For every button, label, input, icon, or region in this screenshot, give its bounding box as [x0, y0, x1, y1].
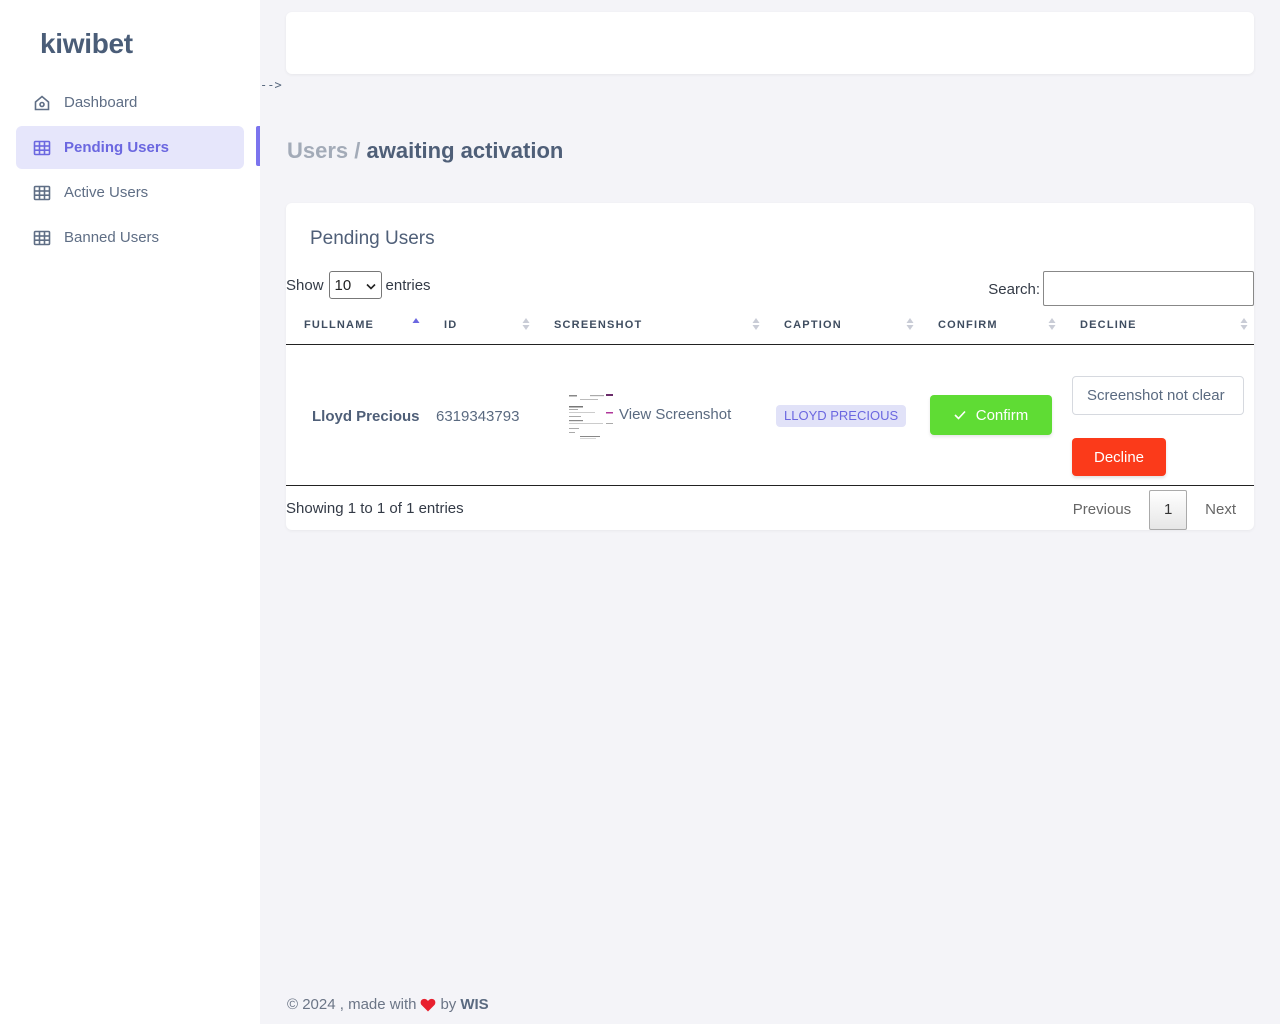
table-icon	[33, 229, 51, 247]
sort-icon	[752, 318, 760, 330]
entries-select[interactable]: 10	[328, 271, 382, 299]
column-header-screenshot[interactable]: SCREENSHOT	[554, 319, 642, 331]
brand-logo[interactable]: kiwibet	[40, 28, 133, 60]
pagination-page-1[interactable]: 1	[1149, 490, 1188, 530]
stray-text: -->	[260, 78, 282, 92]
check-icon	[954, 410, 966, 420]
entries-prefix: Show	[286, 276, 324, 294]
sidebar-item-pending-users[interactable]: Pending Users	[16, 126, 244, 169]
table-icon	[33, 184, 51, 202]
pagination-previous[interactable]: Previous	[1055, 490, 1149, 530]
sidebar-item-label: Active Users	[64, 184, 149, 201]
entries-suffix: entries	[385, 276, 431, 294]
decline-label: Decline	[1093, 448, 1145, 466]
chevron-down-icon	[365, 277, 376, 294]
table-icon	[33, 139, 51, 157]
column-header-confirm[interactable]: CONFIRM	[938, 319, 998, 331]
view-screenshot-link[interactable]: View Screenshot	[619, 406, 731, 423]
pagination-next[interactable]: Next	[1187, 490, 1254, 530]
breadcrumb-parent[interactable]: Users	[287, 138, 348, 163]
decline-reason-input[interactable]: Screenshot not clear	[1072, 376, 1244, 415]
breadcrumb-current: awaiting activation	[366, 138, 564, 163]
sidebar-item-label: Pending Users	[64, 139, 170, 156]
sidebar-item-label: Dashboard	[64, 94, 138, 111]
sidebar-item-label: Banned Users	[64, 229, 160, 246]
footer-by: by	[440, 996, 457, 1013]
sort-icon	[522, 318, 530, 330]
column-header-decline[interactable]: DECLINE	[1080, 319, 1137, 331]
pagination: Previous 1 Next	[1055, 490, 1254, 530]
breadcrumb-separator: /	[348, 138, 367, 163]
caption-badge: LLOYD PRECIOUS	[776, 405, 907, 427]
sidebar: kiwibet Dashboard Pending Users Active U…	[0, 0, 260, 1024]
table-search: Search:	[988, 271, 1254, 306]
confirm-button[interactable]: Confirm	[930, 395, 1052, 435]
footer-prefix: © 2024 , made with	[287, 996, 417, 1013]
column-header-fullname[interactable]: FULLNAME	[304, 319, 374, 331]
top-navbar	[286, 12, 1254, 74]
screenshot-thumbnail[interactable]	[566, 390, 615, 442]
decline-button[interactable]: Decline	[1072, 438, 1166, 476]
sort-icon	[1048, 318, 1056, 330]
sidebar-item-banned-users[interactable]: Banned Users	[16, 216, 244, 259]
page-title: Users / awaiting activation	[287, 138, 563, 164]
column-header-caption[interactable]: CAPTION	[784, 319, 842, 331]
cell-fullname: Lloyd Precious	[312, 408, 420, 425]
cell-id: 6319343793	[436, 408, 520, 425]
active-indicator	[256, 126, 260, 166]
confirm-label: Confirm	[975, 406, 1029, 424]
sidebar-nav: Dashboard Pending Users Active Users Ban…	[16, 81, 244, 261]
pending-users-card: Pending Users Show 10 entries Search: FU…	[286, 203, 1254, 530]
table-row: Lloyd Precious 6319343793 View Screensho…	[286, 346, 1254, 486]
search-label: Search:	[988, 281, 1040, 298]
entries-select-value: 10	[334, 276, 352, 294]
sidebar-item-dashboard[interactable]: Dashboard	[16, 81, 244, 124]
search-input[interactable]	[1043, 271, 1254, 306]
entries-length: Show 10 entries	[286, 271, 431, 299]
sort-icon	[1240, 318, 1248, 330]
home-icon	[33, 94, 51, 112]
card-title: Pending Users	[310, 228, 435, 249]
footer: © 2024 , made with by WIS	[287, 996, 489, 1013]
footer-author[interactable]: WIS	[460, 996, 488, 1013]
table-header: FULLNAME ID SCREENSHOT CAPTION CONFIRM D…	[286, 311, 1254, 345]
table-info: Showing 1 to 1 of 1 entries	[286, 500, 464, 517]
sidebar-item-active-users[interactable]: Active Users	[16, 171, 244, 214]
sort-asc-icon	[412, 318, 420, 323]
heart-icon	[420, 998, 436, 1012]
column-header-id[interactable]: ID	[444, 319, 457, 331]
sort-icon	[906, 318, 914, 330]
